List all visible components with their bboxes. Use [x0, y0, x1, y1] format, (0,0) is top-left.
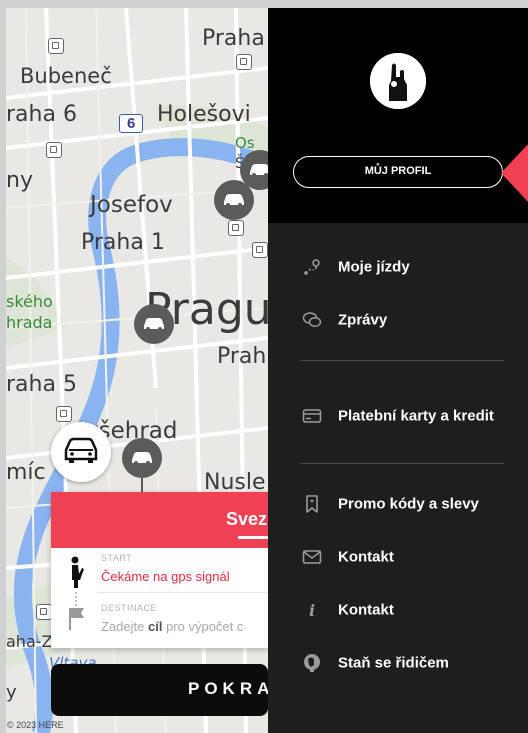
card-divider — [97, 592, 268, 593]
raised-hand-icon — [370, 53, 426, 109]
menu-item-become-driver[interactable]: Staň se řidičem — [268, 643, 528, 683]
menu-item-promo[interactable]: Promo kódy a slevy — [268, 484, 528, 524]
menu-item-payment[interactable]: Platební karty a kredit — [268, 392, 528, 440]
menu-item-label: Kontakt — [338, 601, 394, 619]
map-label-prah: Prah — [217, 344, 267, 369]
taxi-marker[interactable] — [134, 304, 174, 344]
destination-prefix: Zadejte — [101, 619, 148, 634]
card-header: Svez — [51, 492, 268, 548]
car-front-icon — [64, 437, 98, 463]
menu-item-label: Moje jízdy — [338, 258, 410, 276]
map-label-ny: ny — [6, 168, 33, 193]
transit-stop-icon — [56, 406, 72, 422]
menu-item-label: Kontakt — [338, 548, 394, 566]
car-icon — [250, 164, 268, 177]
car-icon — [132, 452, 152, 465]
route-number-badge: 6 — [119, 114, 144, 133]
ride-request-card: Svez START Čekáme na gps signál DESTINAC… — [51, 492, 268, 648]
destination-label: DESTINACE — [101, 603, 158, 613]
menu-divider — [300, 360, 504, 361]
transit-stop-icon — [228, 220, 244, 236]
transit-stop-icon — [36, 604, 52, 620]
menu-item-my-rides[interactable]: Moje jízdy — [268, 247, 528, 287]
map-label-skeho: ského — [6, 292, 53, 311]
map-label-josefov: Josefov — [90, 192, 173, 218]
car-type-button[interactable] — [51, 422, 111, 482]
card-title[interactable]: Svez — [226, 509, 267, 530]
menu-item-messages[interactable]: Zprávy — [268, 300, 528, 340]
menu-item-contact-info[interactable]: i Kontakt — [268, 590, 528, 630]
driver-icon — [304, 654, 320, 672]
continue-button[interactable]: POKRA — [51, 664, 269, 716]
my-profile-button[interactable]: MŮJ PROFIL — [293, 156, 503, 188]
map-label-praha1: Praha 1 — [81, 230, 165, 255]
start-label: START — [101, 553, 133, 563]
car-icon — [144, 318, 164, 331]
map-label-praha: Praha — [202, 26, 265, 51]
map-label-praha5: raha 5 — [6, 372, 77, 397]
menu-divider — [300, 463, 504, 464]
transit-stop-icon — [236, 54, 252, 70]
taxi-marker[interactable] — [122, 438, 162, 478]
menu-item-contact-mail[interactable]: Kontakt — [268, 537, 528, 577]
card-icon — [302, 409, 322, 423]
drawer-header: MŮJ PROFIL — [268, 8, 528, 223]
side-menu: MŮJ PROFIL Moje jízdy Zprávy Platební ka… — [268, 8, 528, 733]
map-label-mici: míc — [6, 460, 46, 485]
flag-icon — [69, 608, 84, 630]
route-pin-icon — [304, 259, 320, 275]
destination-bold: cíl — [147, 619, 163, 634]
bookmark-icon — [306, 495, 318, 513]
menu-item-label: Staň se řidičem — [338, 654, 449, 672]
profile-pointer-arrow — [501, 143, 528, 203]
destination-suffix: pro výpočet c — [162, 619, 244, 634]
menu-item-label: Promo kódy a slevy — [338, 495, 479, 513]
map-label-praha6: raha 6 — [6, 102, 77, 127]
info-icon: i — [309, 601, 315, 620]
continue-button-label: POKRA — [188, 679, 275, 698]
map-label-hrada: hrada — [6, 313, 53, 332]
map-label-praha-z: aha-Z — [6, 632, 53, 651]
map-label-os: Os — [235, 134, 255, 152]
mail-icon — [302, 550, 322, 564]
map-label-y: y — [6, 682, 17, 703]
chat-icon — [302, 312, 322, 328]
map-label-bubenec: Bubeneč — [20, 64, 112, 88]
app-screen: Praha Bubeneč raha 6 6 Holešovi Os Št ny… — [0, 0, 528, 733]
map-copyright: © 2023 HERE — [7, 720, 64, 730]
menu-item-label: Zprávy — [338, 311, 388, 329]
transit-stop-icon — [48, 38, 64, 54]
svg-text:i: i — [309, 601, 315, 620]
transit-stop-icon — [46, 142, 62, 158]
map-label-holesovice: Holešovi — [157, 102, 251, 127]
tab-indicator — [238, 536, 268, 539]
destination-input[interactable]: Zadejte cíl pro výpočet c — [101, 619, 243, 634]
start-value[interactable]: Čekáme na gps signál — [101, 569, 230, 584]
transit-stop-icon — [252, 242, 268, 258]
car-icon — [224, 194, 244, 207]
menu-item-label: Platební karty a kredit — [338, 407, 494, 425]
